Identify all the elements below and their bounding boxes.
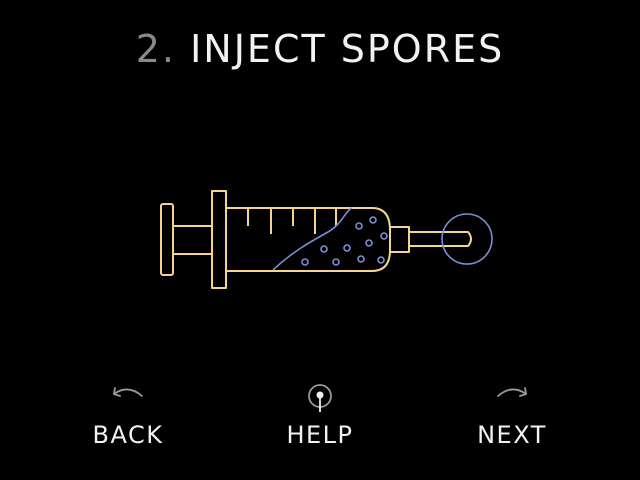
help-button[interactable]: HELP: [250, 382, 390, 454]
next-button[interactable]: NEXT: [442, 382, 582, 454]
syringe-illustration: [150, 180, 500, 300]
redo-arrow-icon: [497, 387, 527, 397]
step-title: INJECT SPORES: [190, 27, 505, 71]
syringe-icon: [160, 190, 493, 289]
undo-arrow-icon: [113, 387, 143, 397]
back-button[interactable]: BACK: [58, 382, 198, 454]
help-label: HELP: [286, 421, 354, 449]
help-pin-icon: [308, 384, 332, 412]
back-label: BACK: [92, 421, 164, 449]
next-label: NEXT: [477, 421, 547, 449]
page-title: 2. INJECT SPORES: [0, 26, 640, 72]
step-number: 2.: [135, 27, 176, 71]
